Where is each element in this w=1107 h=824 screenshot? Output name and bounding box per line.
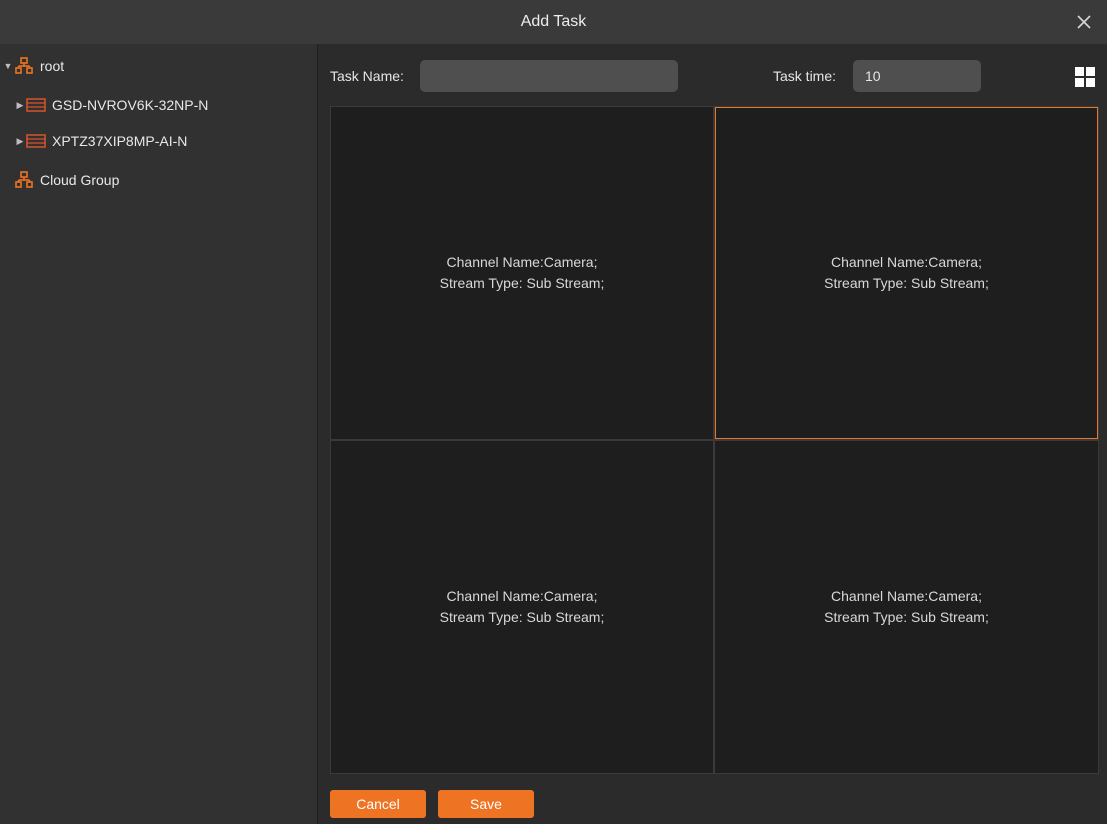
window-title: Add Task bbox=[520, 13, 587, 30]
tree-item-root[interactable]: ▼ root bbox=[2, 54, 64, 78]
tree-item-label: XPTZ37XIP8MP-AI-N bbox=[52, 133, 188, 149]
nvr-device-icon bbox=[26, 96, 46, 114]
grid-layout-icon[interactable] bbox=[1075, 67, 1095, 87]
group-icon bbox=[14, 57, 34, 75]
task-time-input[interactable] bbox=[853, 60, 981, 92]
channel-name-text: Channel Name:Camera; bbox=[446, 588, 598, 604]
stream-type-text: Stream Type: Sub Stream; bbox=[439, 609, 605, 625]
close-icon bbox=[1077, 15, 1091, 29]
task-editor-panel: Task Name: Task time: Channel Name:Camer… bbox=[318, 44, 1107, 824]
task-name-label: Task Name: bbox=[330, 68, 404, 84]
channel-cell-selected[interactable]: Channel Name:Camera; Stream Type: Sub St… bbox=[715, 107, 1098, 439]
channel-cell[interactable]: Channel Name:Camera; Stream Type: Sub St… bbox=[331, 441, 713, 773]
channel-grid: Channel Name:Camera; Stream Type: Sub St… bbox=[330, 106, 1099, 774]
tree-item-label: root bbox=[40, 58, 65, 74]
stream-type-text: Stream Type: Sub Stream; bbox=[439, 275, 605, 291]
expand-arrow-icon[interactable]: ▼ bbox=[2, 61, 14, 71]
nvr-device-icon bbox=[26, 132, 46, 150]
tree-item-label: GSD-NVROV6K-32NP-N bbox=[52, 97, 209, 113]
stream-type-text: Stream Type: Sub Stream; bbox=[824, 275, 989, 291]
channel-name-text: Channel Name:Camera; bbox=[446, 254, 598, 270]
title-bar: Add Task bbox=[0, 0, 1107, 44]
group-icon bbox=[14, 171, 34, 189]
channel-cell[interactable]: Channel Name:Camera; Stream Type: Sub St… bbox=[331, 107, 713, 439]
tree-item-cloud-group[interactable]: Cloud Group bbox=[14, 168, 119, 192]
save-button[interactable]: Save bbox=[438, 790, 534, 818]
device-tree-panel: ▼ root ▶ GSD-NVROV6K-32NP-N ▶ XPTZ37XIP8… bbox=[0, 44, 318, 824]
channel-name-text: Channel Name:Camera; bbox=[831, 588, 982, 604]
task-name-input[interactable] bbox=[420, 60, 678, 92]
tree-item-device-1[interactable]: ▶ GSD-NVROV6K-32NP-N bbox=[14, 93, 209, 117]
cancel-button[interactable]: Cancel bbox=[330, 790, 426, 818]
expand-arrow-icon[interactable]: ▶ bbox=[14, 100, 26, 111]
close-button[interactable] bbox=[1071, 9, 1097, 35]
tree-item-device-2[interactable]: ▶ XPTZ37XIP8MP-AI-N bbox=[14, 129, 188, 153]
channel-cell[interactable]: Channel Name:Camera; Stream Type: Sub St… bbox=[715, 441, 1098, 773]
tree-item-label: Cloud Group bbox=[40, 172, 120, 188]
channel-name-text: Channel Name:Camera; bbox=[831, 254, 982, 270]
stream-type-text: Stream Type: Sub Stream; bbox=[824, 609, 989, 625]
expand-arrow-icon[interactable]: ▶ bbox=[14, 136, 26, 147]
task-time-label: Task time: bbox=[773, 68, 837, 84]
